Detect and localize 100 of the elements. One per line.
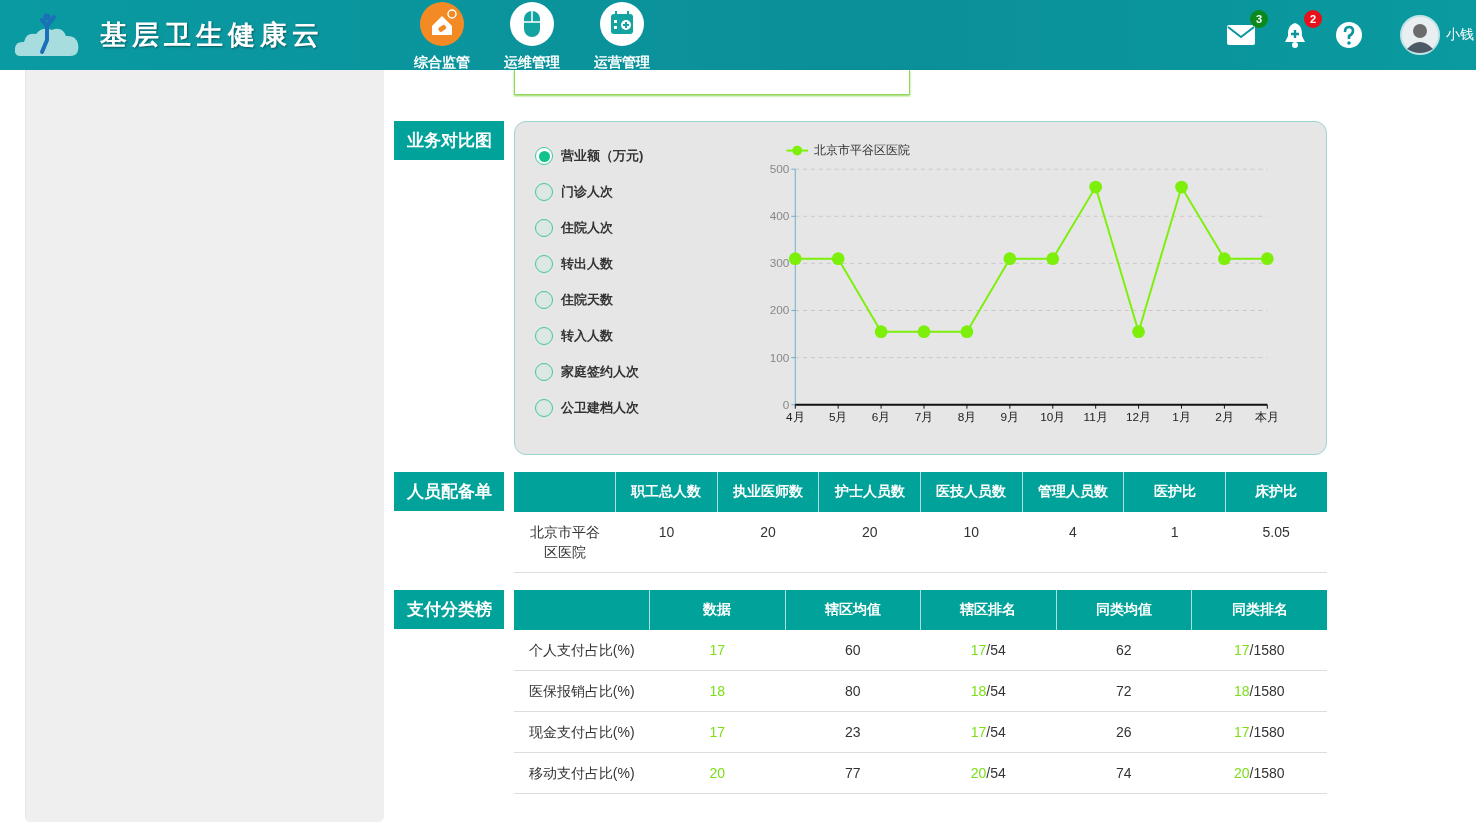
avatar-icon[interactable] <box>1400 15 1440 55</box>
axis-tick-label: 100 <box>769 350 790 364</box>
axis-tick-label: 1月 <box>1172 410 1191 424</box>
table-cell: 17/54 <box>920 711 1056 753</box>
table-header: 执业医师数 <box>717 472 819 512</box>
table-cell: 62 <box>1056 630 1192 671</box>
table-cell: 20 <box>649 752 785 794</box>
radio-option[interactable]: 营业额（万元) <box>535 146 757 166</box>
bell-icon[interactable] <box>1283 22 1307 48</box>
axis-tick-label: 9月 <box>1000 410 1019 424</box>
table-cell: 20/54 <box>920 752 1056 794</box>
table-cell: 77 <box>785 752 921 794</box>
nav-tab[interactable]: 运维管理 <box>500 2 564 72</box>
mail-icon[interactable] <box>1227 25 1255 45</box>
calendar-icon <box>600 2 644 46</box>
data-point <box>788 252 802 266</box>
table-header: 医技人员数 <box>920 472 1023 512</box>
table-cell: 4 <box>1022 512 1124 573</box>
table-cell: 23 <box>785 711 921 753</box>
table-cell: 10 <box>920 512 1023 573</box>
data-point <box>917 325 931 339</box>
data-point <box>1174 180 1188 194</box>
house-icon <box>420 2 464 46</box>
axis-tick-label: 12月 <box>1125 410 1151 424</box>
axis-tick-label: 400 <box>769 209 790 223</box>
axis-tick-label: 300 <box>769 256 790 270</box>
data-point <box>1089 180 1102 194</box>
radio-option[interactable]: 转出人数 <box>535 254 757 274</box>
help-icon[interactable] <box>1335 21 1363 49</box>
axis-tick-label: 8月 <box>957 410 976 424</box>
data-point <box>1132 325 1145 339</box>
section-title: 业务对比图 <box>394 121 504 160</box>
data-point <box>1217 252 1231 266</box>
mouse-icon <box>510 2 554 46</box>
table-cell: 74 <box>1056 752 1192 794</box>
section-title: 支付分类榜 <box>394 590 504 629</box>
table-header: 职工总人数 <box>615 472 718 512</box>
axis-tick-label: 200 <box>769 303 790 317</box>
table-cell: 5.05 <box>1225 512 1327 573</box>
table-cell: 80 <box>785 670 921 712</box>
table-cell: 医保报销占比(%) <box>514 670 650 712</box>
radio-option[interactable]: 门诊人次 <box>535 182 757 202</box>
axis-tick-label: 500 <box>769 162 790 176</box>
axis-tick-label: 10月 <box>1040 410 1066 424</box>
table-header: 护士人员数 <box>818 472 921 512</box>
table-cell: 20 <box>717 512 819 573</box>
table-cell: 60 <box>785 630 921 671</box>
table-cell: 18 <box>649 670 785 712</box>
table-cell: 72 <box>1056 670 1192 712</box>
table-cell: 个人支付占比(%) <box>514 630 650 671</box>
cloud-logo-icon <box>14 12 80 58</box>
table-cell: 17 <box>649 630 785 671</box>
table-header: 辖区排名 <box>920 590 1056 630</box>
table-cell: 18/1580 <box>1191 670 1327 712</box>
table-cell: 移动支付占比(%) <box>514 752 650 794</box>
radio-option[interactable]: 家庭签约人次 <box>535 362 757 382</box>
data-point <box>831 252 845 266</box>
nav-tab[interactable]: 综合监管 <box>410 2 474 72</box>
section-title: 人员配备单 <box>394 472 504 511</box>
axis-tick-label: 6月 <box>871 410 891 424</box>
data-point <box>960 325 974 339</box>
data-point <box>1260 252 1274 266</box>
table-cell: 17/1580 <box>1191 711 1327 753</box>
radio-option[interactable]: 公卫建档人次 <box>535 398 757 418</box>
table-header: 管理人员数 <box>1022 472 1124 512</box>
legend-marker-icon <box>785 145 809 156</box>
count-badge: 3 <box>1250 10 1268 28</box>
nav-tab[interactable]: 运营管理 <box>590 2 654 72</box>
table-cell: 北京市平谷区医院 <box>514 512 616 573</box>
table-cell: 20/1580 <box>1191 752 1327 794</box>
data-point <box>1003 252 1016 266</box>
table-header: 床护比 <box>1225 472 1327 512</box>
table-cell: 20 <box>818 512 921 573</box>
table-header: 同类均值 <box>1056 590 1192 630</box>
legend-label: 北京市平谷区医院 <box>813 143 910 157</box>
axis-tick-label: 4月 <box>785 410 805 424</box>
data-point <box>1046 252 1059 266</box>
data-point <box>874 325 888 339</box>
axis-tick-label: 5月 <box>828 410 848 424</box>
table-header: 同类排名 <box>1191 590 1327 630</box>
table-header: 辖区均值 <box>785 590 921 630</box>
axis-tick-label: 0 <box>782 397 790 411</box>
axis-tick-label: 2月 <box>1214 410 1234 424</box>
app-title: 基层卫生健康云 <box>100 19 324 52</box>
axis-tick-label: 本月 <box>1255 410 1280 424</box>
table-cell: 17/54 <box>920 630 1056 671</box>
table-cell: 现金支付占比(%) <box>514 711 650 753</box>
radio-option[interactable]: 住院天数 <box>535 290 757 310</box>
table-cell: 10 <box>615 512 718 573</box>
table-cell: 18/54 <box>920 670 1056 712</box>
table-cell: 17 <box>649 711 785 753</box>
table-header: 数据 <box>649 590 785 630</box>
count-badge: 2 <box>1304 10 1322 28</box>
axis-tick-label: 11月 <box>1083 410 1108 424</box>
table-cell: 1 <box>1123 512 1226 573</box>
axis-tick-label: 7月 <box>914 410 934 424</box>
table-header: 医护比 <box>1123 472 1226 512</box>
radio-option[interactable]: 转入人数 <box>535 326 757 346</box>
table-cell: 26 <box>1056 711 1192 753</box>
radio-option[interactable]: 住院人次 <box>535 218 757 238</box>
